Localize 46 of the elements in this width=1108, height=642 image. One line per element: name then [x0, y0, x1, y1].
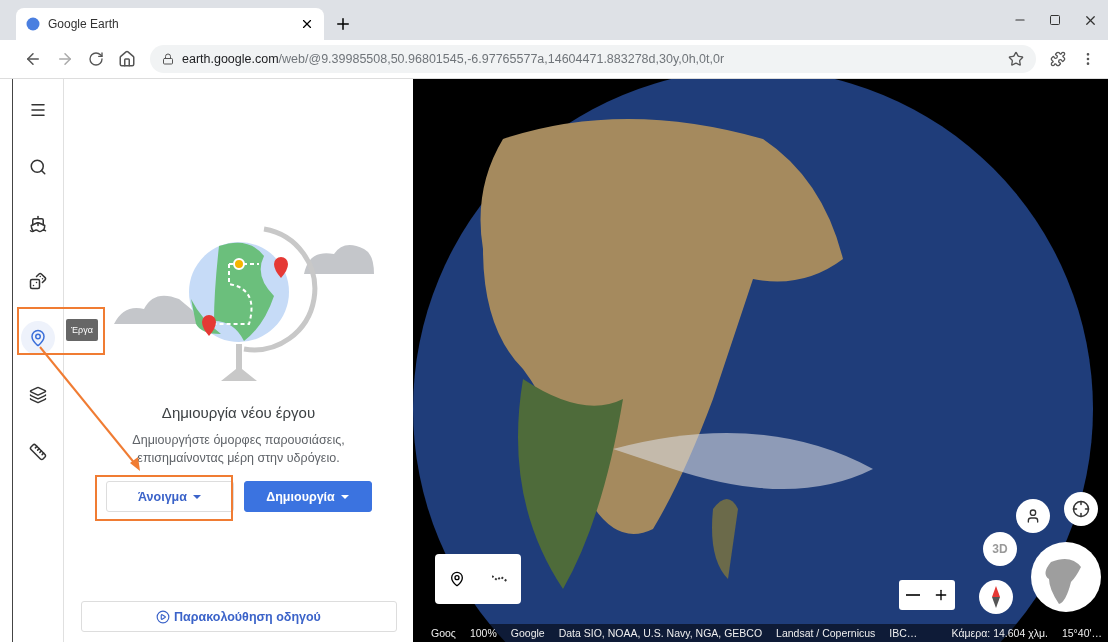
search-icon	[29, 158, 47, 176]
zoom-control[interactable]	[899, 580, 955, 610]
layers-icon	[29, 386, 47, 404]
tooltip: Έργα	[66, 319, 98, 341]
status-text: Data SIO, NOAA, U.S. Navy, NGA, GEBCO	[558, 627, 763, 639]
puzzle-icon	[1050, 51, 1066, 67]
maximize-icon	[1049, 14, 1061, 26]
status-text: 100%	[469, 627, 497, 639]
ruler-icon	[29, 443, 47, 461]
status-text: 15°40'…	[1061, 627, 1102, 639]
dropdown-button[interactable]: Άνοιγμα	[105, 481, 234, 512]
tab-title: Google Earth	[48, 17, 120, 31]
url-text: earth.google.com/web/@9.39985508,50.96801545,-6.97765577a,14604471.883278d,30y,0h,0t,0r	[182, 52, 725, 66]
lock-icon	[162, 53, 174, 65]
new-tab-icon	[334, 15, 352, 33]
crosshair-icon	[1072, 500, 1090, 518]
path-icon	[491, 575, 508, 583]
play-icon	[156, 609, 171, 624]
status-text: Google	[510, 627, 545, 639]
mini-globe-button[interactable]	[1031, 542, 1101, 612]
forward-icon	[56, 50, 74, 68]
status-text: Κάμερα: 14.604 χλμ.	[951, 627, 1048, 639]
guide-button[interactable]: Παρακολούθηση οδηγού	[80, 601, 397, 632]
dropdown-button[interactable]: Δημιουργία	[243, 481, 372, 512]
status-text: IBC…	[889, 627, 918, 639]
globe-favicon-icon	[26, 17, 40, 31]
reload-icon	[88, 51, 104, 67]
close-icon	[300, 17, 314, 31]
star-icon	[1008, 51, 1024, 67]
address-bar[interactable]: earth.google.com/web/@9.39985508,50.96801545,-6.97765577a,14604471.883278d,30y,0h,0t,0r	[150, 45, 1036, 73]
locate-button[interactable]	[1064, 492, 1098, 526]
status-text: Landsat / Copernicus	[776, 627, 876, 639]
home-icon	[118, 50, 136, 68]
browser-tab[interactable]: Google Earth	[16, 8, 324, 40]
menu-icon	[29, 101, 47, 119]
caret-icon	[340, 494, 349, 499]
panel-description: Δημιουργήστε όμορφες παρουσιάσεις, επισημαίνοντας μέρη στην υδρόγειο.	[131, 432, 346, 467]
caret-icon	[192, 494, 201, 499]
compass-icon	[992, 586, 1000, 608]
dice-icon	[29, 272, 47, 290]
status-text: Gooς	[431, 627, 456, 639]
panel-title: Δημιουργία νέου έργου	[161, 404, 316, 421]
pin-icon	[448, 571, 465, 587]
back-icon	[24, 50, 42, 68]
person-icon	[1025, 508, 1041, 524]
map-pin-icon	[29, 329, 47, 347]
